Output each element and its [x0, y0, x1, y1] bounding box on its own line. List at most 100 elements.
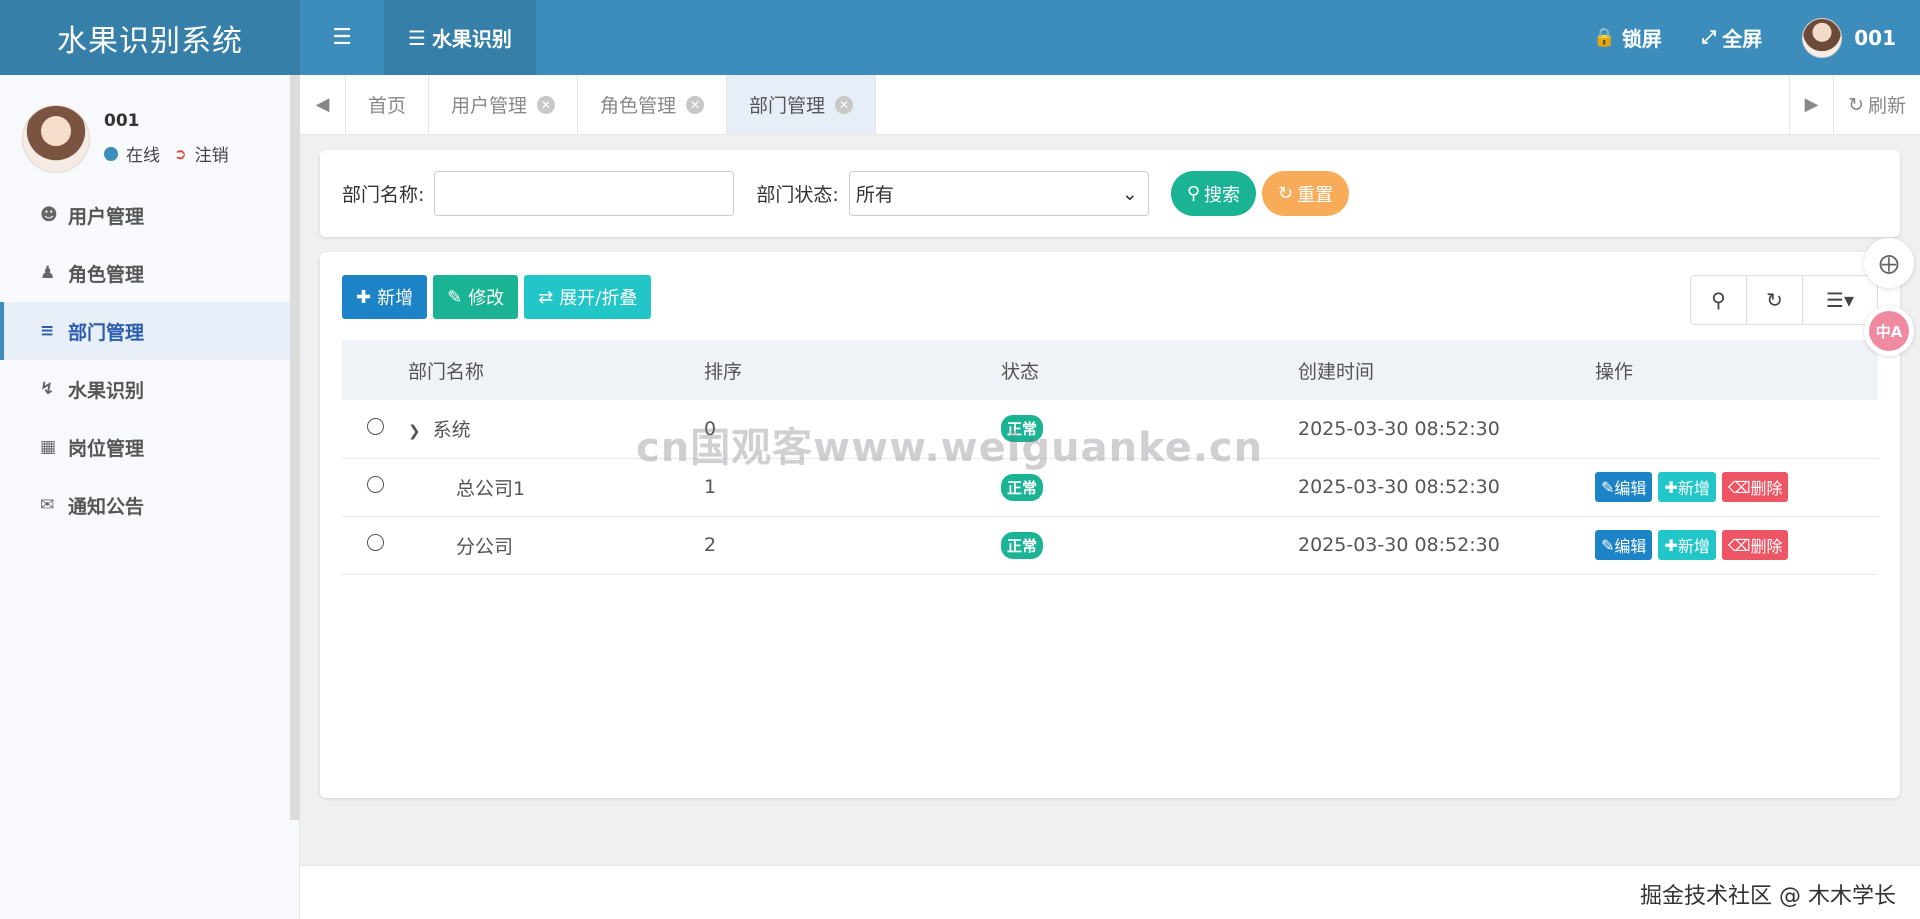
tab-label: 角色管理	[600, 95, 677, 117]
sidebar-item-users[interactable]: ☻ 用户管理	[0, 186, 299, 244]
column-header[interactable]: 状态	[1001, 340, 1298, 400]
column-header: 操作	[1595, 360, 1634, 383]
logout-link[interactable]: 注销	[195, 141, 229, 166]
translate-widget-button[interactable]: 中A	[1864, 306, 1914, 356]
dept-status-value: 所有	[855, 184, 894, 206]
column-header[interactable]: 创建时间	[1298, 340, 1595, 400]
sidebar-item-label: 通知公告	[68, 495, 145, 518]
row-ops: ✎ 编辑 ✚ 新增 ⌫ 删除	[1595, 530, 1878, 560]
reset-button[interactable]: ↻ 重置	[1262, 171, 1350, 216]
close-icon[interactable]: ✕	[686, 95, 705, 114]
row-radio[interactable]	[366, 476, 384, 493]
page-tabs-bar: ◀ 首页 用户管理 ✕ 角色管理 ✕ 部门管理 ✕ ▶ ↻ 刷新	[300, 75, 1920, 135]
row-delete-button[interactable]: ⌫ 删除	[1721, 530, 1789, 560]
user-profile: 001 在线 ➲ 注销	[0, 75, 299, 180]
row-delete-label: 删除	[1750, 479, 1783, 498]
top-module-fruit[interactable]: ☰ 水果识别	[384, 0, 536, 75]
row-edit-button[interactable]: ✎ 编辑	[1595, 472, 1653, 502]
row-add-button[interactable]: ✚ 新增	[1658, 472, 1716, 502]
row-edit-button[interactable]: ✎ 编辑	[1595, 530, 1653, 560]
columns-toggle-button[interactable]: ☰▾	[1803, 276, 1877, 324]
footer: 掘金技术社区 @ 木木学长	[300, 865, 1920, 919]
column-header[interactable]: 排序	[704, 340, 1001, 400]
bullhorn-icon: ✉	[40, 495, 55, 515]
close-icon[interactable]: ✕	[835, 95, 854, 114]
created-time: 2025-03-30 08:52:30	[1298, 476, 1500, 498]
tab-label: 用户管理	[451, 95, 528, 117]
add-button[interactable]: ✚ 新增	[342, 275, 428, 319]
translate-icon: 中A	[1869, 311, 1909, 351]
refresh-icon: ↻	[1278, 183, 1294, 204]
tabs-scroll-left-button[interactable]: ◀	[300, 75, 346, 134]
footer-credit: 掘金技术社区 @ 木木学长	[1640, 884, 1896, 909]
expand-collapse-button[interactable]: ⇄ 展开/折叠	[524, 275, 652, 319]
lock-icon: 🔒	[1593, 27, 1616, 48]
user-menu[interactable]: 001	[1802, 17, 1896, 58]
tab-home[interactable]: 首页	[346, 75, 430, 134]
lock-screen-button[interactable]: 🔒 锁屏	[1593, 23, 1661, 52]
row-delete-label: 删除	[1750, 537, 1783, 556]
expand-button-label: 展开/折叠	[559, 288, 638, 309]
double-left-icon: ◀	[315, 94, 330, 115]
sidebar-toggle-button[interactable]: ☰	[300, 0, 384, 75]
search-form: 部门名称: 部门状态: 所有 ⌄ ⚲ 搜索 ↻ 重置	[320, 150, 1900, 237]
row-delete-button[interactable]: ⌫ 删除	[1721, 472, 1789, 502]
search-button[interactable]: ⚲ 搜索	[1170, 171, 1256, 216]
fullscreen-button[interactable]: ⤢ 全屏	[1702, 23, 1762, 52]
status-badge: 正常	[1001, 473, 1044, 501]
sidebar-item-fruit[interactable]: ↯ 水果识别	[0, 360, 299, 418]
tab-users[interactable]: 用户管理 ✕	[429, 75, 579, 134]
row-add-button[interactable]: ✚ 新增	[1658, 530, 1716, 560]
sidebar-item-departments[interactable]: ≡ 部门管理	[0, 302, 299, 360]
refresh-tab-button[interactable]: ↻ 刷新	[1833, 75, 1920, 134]
sidebar-item-notices[interactable]: ✉ 通知公告	[0, 476, 299, 534]
edit-button[interactable]: ✎ 修改	[433, 275, 519, 319]
plus-icon: ✚	[1664, 535, 1678, 555]
row-edit-label: 编辑	[1614, 537, 1647, 556]
dept-name-label: 部门名称:	[342, 184, 425, 206]
dept-status-select[interactable]: 所有 ⌄	[848, 171, 1149, 216]
tab-label: 首页	[368, 95, 407, 117]
top-navbar: 水果识别系统 ☰ ☰ 水果识别 🔒 锁屏 ⤢ 全屏 001	[0, 0, 1920, 75]
column-header[interactable]: 部门名称	[408, 340, 704, 400]
toggle-search-button[interactable]: ⚲	[1691, 276, 1747, 324]
online-dot-icon	[104, 146, 118, 161]
top-module-label: 水果识别	[431, 27, 512, 51]
refresh-table-button[interactable]: ↻	[1747, 276, 1803, 324]
sidebar-item-label: 水果识别	[68, 379, 145, 402]
row-radio[interactable]	[366, 534, 384, 551]
edit-icon: ✎	[1601, 535, 1615, 555]
tab-label: 部门管理	[749, 95, 826, 117]
select-column-header	[342, 340, 408, 400]
chevron-down-icon[interactable]: ❯	[408, 422, 421, 440]
double-right-icon: ▶	[1804, 94, 1819, 115]
avatar	[22, 104, 90, 173]
sidebar-menu: ☻ 用户管理 ♟ 角色管理 ≡ 部门管理 ↯ 水果识别 ▦ 岗位管理 ✉ 通知公…	[0, 186, 299, 534]
tab-roles[interactable]: 角色管理 ✕	[578, 75, 728, 134]
tabs-scroll-right-button[interactable]: ▶	[1789, 75, 1833, 134]
trash-icon: ⌫	[1727, 477, 1751, 497]
status-badge: 正常	[1001, 531, 1044, 559]
table-toolbar: ✚ 新增 ✎ 修改 ⇄ 展开/折叠	[342, 275, 657, 319]
user-icon: ☻	[40, 205, 58, 225]
apps-widget-button[interactable]: ⨁	[1864, 238, 1914, 288]
row-ops: ✎ 编辑 ✚ 新增 ⌫ 删除	[1595, 472, 1878, 502]
sidebar-item-label: 用户管理	[68, 205, 145, 228]
app-brand: 水果识别系统	[0, 0, 300, 75]
dept-name: 分公司	[456, 535, 514, 558]
sidebar-scrollbar[interactable]	[290, 75, 300, 820]
tab-departments[interactable]: 部门管理 ✕	[727, 75, 877, 134]
close-icon[interactable]: ✕	[537, 95, 556, 114]
plus-icon: ✚	[356, 286, 372, 308]
created-time: 2025-03-30 08:52:30	[1298, 417, 1500, 440]
row-ops	[1595, 400, 1878, 458]
edit-icon: ✎	[447, 286, 463, 308]
row-radio[interactable]	[366, 417, 384, 435]
dept-name-input[interactable]	[434, 171, 735, 216]
sidebar-item-roles[interactable]: ♟ 角色管理	[0, 244, 299, 302]
dept-status-label: 部门状态:	[756, 184, 839, 206]
sidebar-item-posts[interactable]: ▦ 岗位管理	[0, 418, 299, 476]
table-header-row: 部门名称 排序 状态 创建时间 操作	[342, 340, 1878, 400]
table-row[interactable]: 分公司 2 正常 2025-03-30 08:52:30 ✎ 编辑 ✚ 新增 ⌫ 删除	[342, 516, 1878, 574]
dept-name: 总公司1	[456, 477, 526, 500]
